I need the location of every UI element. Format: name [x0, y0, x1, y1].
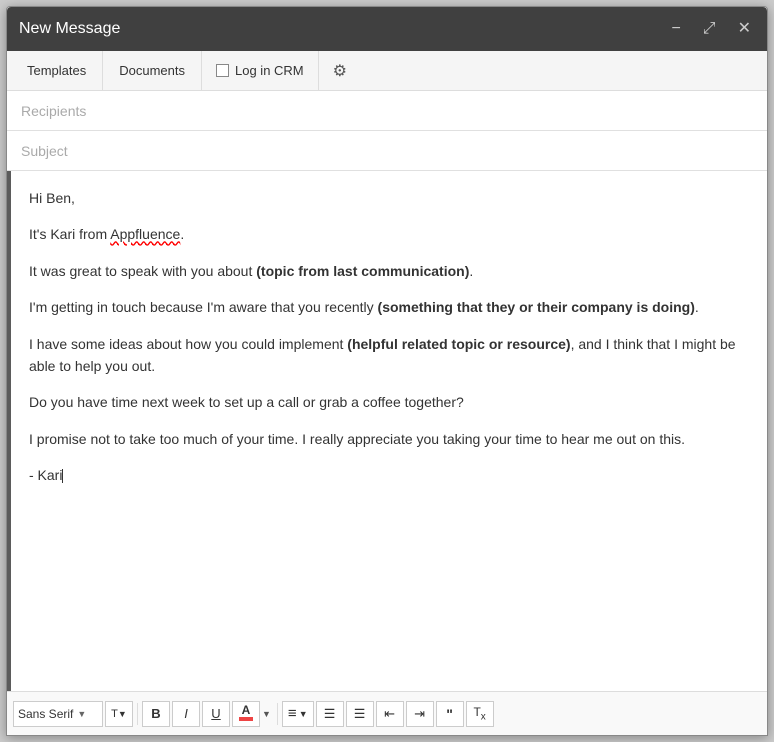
tab-documents-label: Documents [119, 63, 185, 78]
indent-decrease-button[interactable]: ⇤ [376, 701, 404, 727]
underline-button[interactable]: U [202, 701, 230, 727]
font-color-icon: A [242, 704, 251, 717]
numbered-list-button[interactable]: ☰ [316, 701, 344, 727]
body-line-5: I have some ideas about how you could im… [29, 333, 753, 378]
maximize-button[interactable]: ⤢ [699, 19, 720, 39]
bold-button[interactable]: B [142, 701, 170, 727]
font-color-bar [239, 717, 253, 721]
crm-label: Log in CRM [235, 63, 304, 78]
body-bold-2: (something that they or their company is… [378, 299, 695, 315]
body-line-8: - Kari [29, 464, 753, 486]
recipients-input[interactable] [21, 103, 753, 119]
top-toolbar: Templates Documents Log in CRM ⚙ [7, 51, 767, 91]
format-toolbar: Sans Serif ▼ T ▼ B I U A ▼ ≡ ▼ [7, 691, 767, 735]
italic-icon: I [184, 706, 188, 721]
italic-button[interactable]: I [172, 701, 200, 727]
compose-window: New Message − ⤢ ✕ Templates Documents Lo… [6, 6, 768, 736]
body-line-6: Do you have time next week to set up a c… [29, 391, 753, 413]
body-bold-3: (helpful related topic or resource) [347, 336, 570, 352]
font-family-select[interactable]: Sans Serif ▼ [13, 701, 103, 727]
quote-button[interactable]: " [436, 701, 464, 727]
window-title: New Message [19, 20, 120, 38]
clear-format-button[interactable]: Tx [466, 701, 494, 727]
clear-format-icon: Tx [473, 705, 485, 722]
gear-button[interactable]: ⚙ [319, 51, 361, 90]
indent-decrease-icon: ⇤ [384, 706, 395, 722]
align-button[interactable]: ≡ ▼ [282, 701, 314, 727]
body-bold-1: (topic from last communication) [256, 263, 469, 279]
subject-input[interactable] [21, 143, 753, 159]
font-size-arrow-icon: ▼ [118, 709, 127, 719]
numbered-list-icon: ☰ [324, 706, 336, 722]
subject-row [7, 131, 767, 171]
body-line-7: I promise not to take too much of your t… [29, 428, 753, 450]
recipients-row [7, 91, 767, 131]
body-line-3: It was great to speak with you about (to… [29, 260, 753, 282]
fmt-divider-2 [277, 703, 278, 725]
font-family-label: Sans Serif [18, 707, 73, 721]
fmt-divider-1 [137, 703, 138, 725]
align-arrow-icon: ▼ [299, 709, 308, 719]
body-line-4: I'm getting in touch because I'm aware t… [29, 296, 753, 318]
align-icon: ≡ [288, 705, 297, 722]
bullet-list-button[interactable]: ☰ [346, 701, 374, 727]
underline-icon: U [211, 706, 220, 721]
indent-increase-icon: ⇥ [414, 706, 425, 722]
bullet-list-icon: ☰ [354, 706, 366, 722]
quote-icon: " [446, 706, 453, 722]
minimize-button[interactable]: − [667, 19, 684, 39]
body-line-1: Hi Ben, [29, 187, 753, 209]
tab-templates[interactable]: Templates [11, 51, 103, 90]
font-family-arrow-icon: ▼ [77, 709, 86, 719]
color-dropdown-arrow[interactable]: ▼ [262, 709, 271, 719]
tab-documents[interactable]: Documents [103, 51, 202, 90]
bold-icon: B [151, 706, 160, 721]
appfluence-text: Appfluence [110, 226, 180, 242]
font-size-button[interactable]: T ▼ [105, 701, 133, 727]
close-button[interactable]: ✕ [734, 19, 755, 39]
left-accent-bar [7, 171, 11, 691]
font-color-button[interactable]: A [232, 701, 260, 727]
body-content: Hi Ben, It's Kari from Appfluence. It wa… [21, 187, 753, 487]
gear-icon: ⚙ [333, 61, 347, 81]
tab-templates-label: Templates [27, 63, 86, 78]
body-area[interactable]: Hi Ben, It's Kari from Appfluence. It wa… [7, 171, 767, 691]
font-size-icon: T [111, 708, 118, 720]
crm-checkbox[interactable] [216, 64, 229, 77]
indent-increase-button[interactable]: ⇥ [406, 701, 434, 727]
title-bar: New Message − ⤢ ✕ [7, 7, 767, 51]
title-bar-controls: − ⤢ ✕ [667, 19, 755, 39]
log-in-crm[interactable]: Log in CRM [202, 51, 319, 90]
body-line-2: It's Kari from Appfluence. [29, 223, 753, 245]
text-cursor [62, 469, 63, 483]
